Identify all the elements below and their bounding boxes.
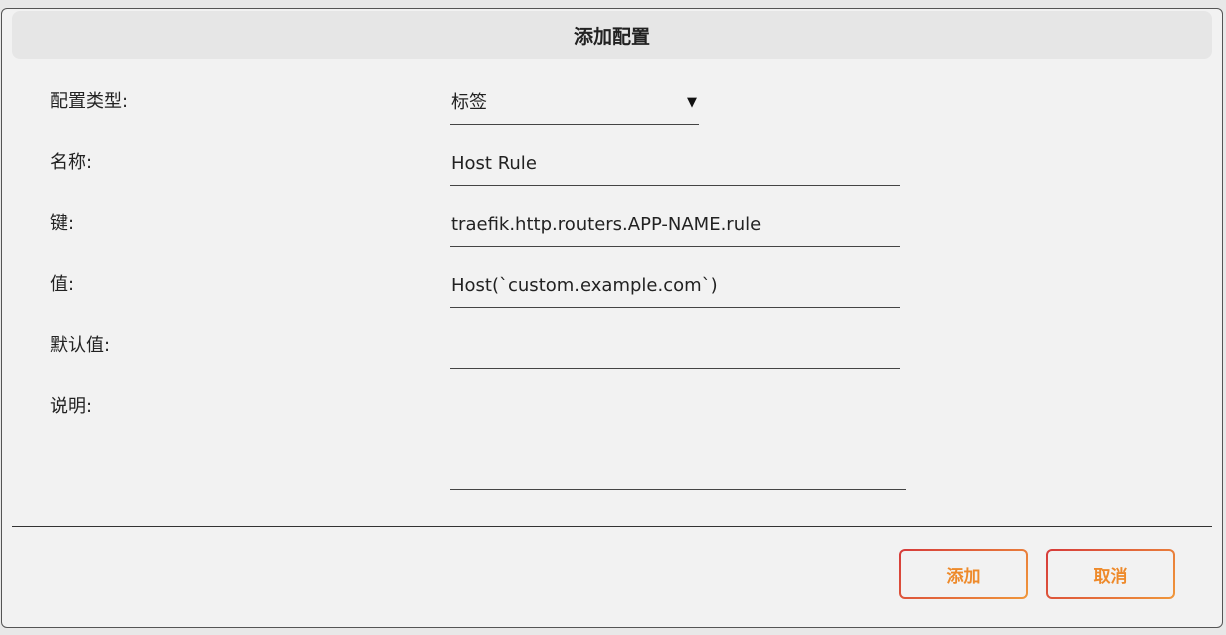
- default-value-label: 默认值:: [50, 335, 111, 356]
- cancel-button[interactable]: 取消: [1046, 549, 1175, 599]
- add-button-label: 添加: [901, 551, 1026, 597]
- description-textarea[interactable]: [450, 380, 906, 490]
- add-config-dialog: 添加配置 配置类型: 标签 ▼ 名称: Host Rule 键: traefik…: [1, 8, 1223, 628]
- cancel-button-label: 取消: [1048, 551, 1173, 597]
- description-label: 说明:: [50, 396, 93, 417]
- dropdown-arrow-icon: ▼: [687, 95, 697, 110]
- add-button[interactable]: 添加: [899, 549, 1028, 599]
- dialog-title: 添加配置: [12, 11, 1212, 59]
- value-input[interactable]: Host(`custom.example.com`): [450, 266, 900, 308]
- footer-divider: [12, 526, 1212, 527]
- default-value-input[interactable]: [450, 327, 900, 369]
- config-type-label: 配置类型:: [50, 91, 129, 112]
- key-input[interactable]: traefik.http.routers.APP-NAME.rule: [450, 205, 900, 247]
- name-label: 名称:: [50, 152, 93, 173]
- value-label: 值:: [50, 274, 75, 295]
- config-type-select[interactable]: 标签 ▼: [450, 83, 699, 125]
- config-type-value: 标签: [451, 92, 487, 113]
- key-label: 键:: [50, 213, 75, 234]
- name-input[interactable]: Host Rule: [450, 144, 900, 186]
